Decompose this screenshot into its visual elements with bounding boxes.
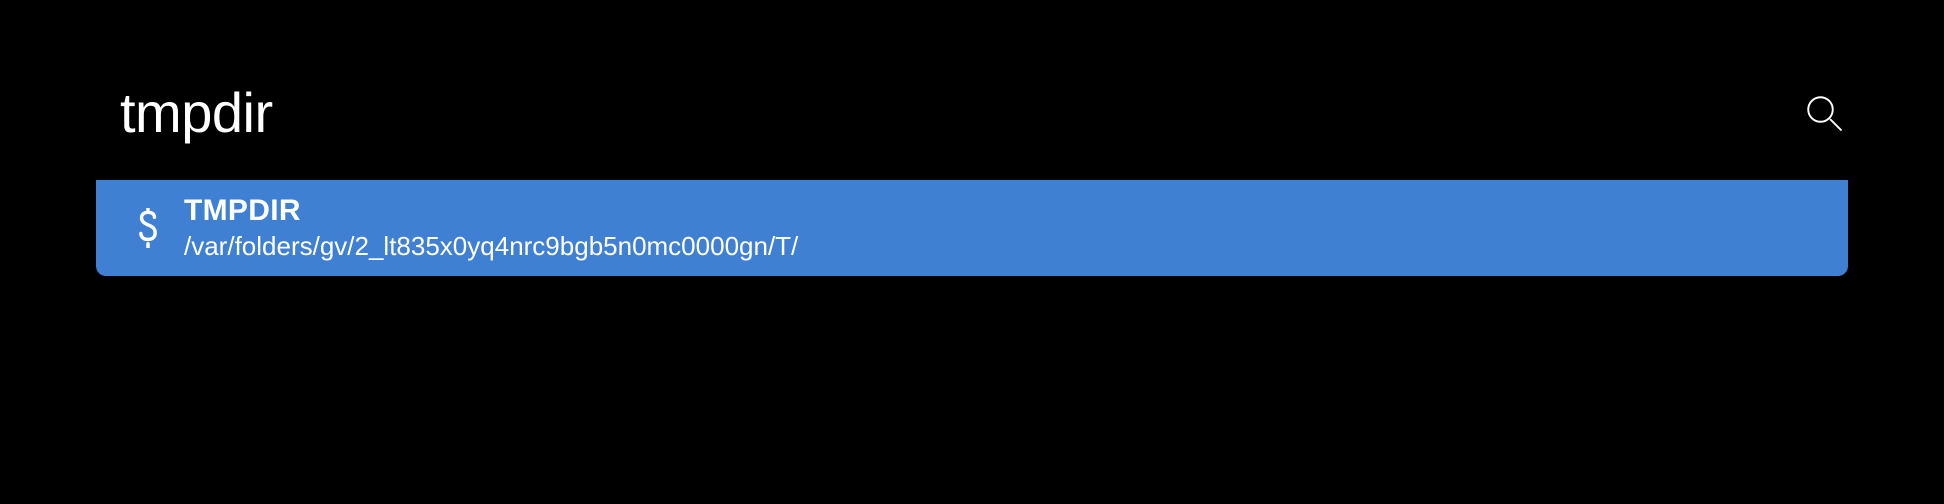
dollar-icon [126,208,170,248]
result-text: TMPDIR /var/folders/gv/2_lt835x0yq4nrc9b… [184,194,798,263]
result-title: TMPDIR [184,194,798,229]
search-row [120,80,1848,145]
result-subtitle: /var/folders/gv/2_lt835x0yq4nrc9bgb5n0mc… [184,230,798,263]
search-input[interactable] [120,80,1800,145]
result-item[interactable]: TMPDIR /var/folders/gv/2_lt835x0yq4nrc9b… [96,180,1848,276]
search-icon [1800,89,1848,137]
